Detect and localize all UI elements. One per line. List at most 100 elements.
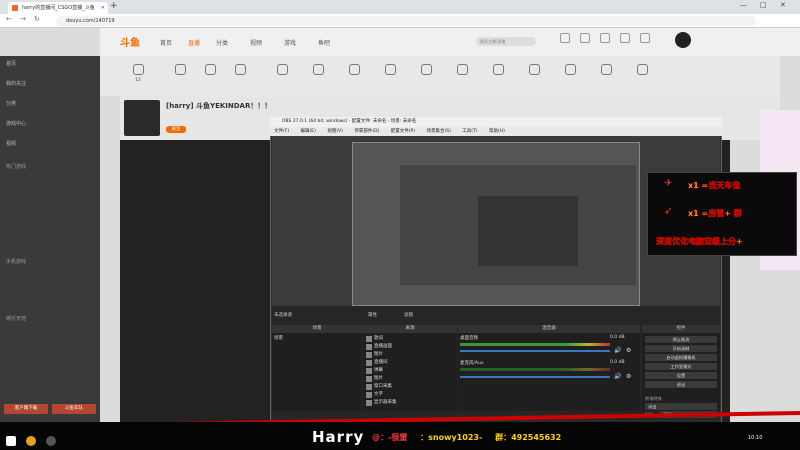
studio-mode-button[interactable]: 工作室模式 — [645, 363, 717, 370]
search-input[interactable]: 搜索主播/直播 — [476, 37, 536, 46]
menu-help[interactable]: 帮助(H) — [489, 129, 505, 134]
maximize-button[interactable]: □ — [760, 1, 767, 9]
category-item[interactable] — [586, 64, 626, 78]
properties-button[interactable]: 属性 — [368, 312, 377, 318]
sidebar-item-follow[interactable]: 我的关注 — [6, 80, 26, 87]
source-item[interactable]: 显示器采集 — [366, 399, 397, 407]
reload-icon[interactable]: ↻ — [34, 15, 40, 23]
menu-scene-collection[interactable]: 场景集合(S) — [426, 129, 450, 134]
source-item[interactable]: 弹幕 — [366, 367, 383, 375]
download-icon[interactable] — [580, 33, 590, 43]
category-item[interactable] — [442, 64, 482, 78]
nav-video[interactable]: 视频 — [250, 38, 262, 47]
chrome-icon[interactable] — [26, 436, 36, 446]
speaker-icon[interactable]: 🔊 — [614, 347, 621, 354]
start-recording-button[interactable]: 开始录制 — [645, 345, 717, 352]
fleet-button[interactable]: 斗鱼车队 — [52, 404, 96, 414]
source-item[interactable]: 图片 — [366, 375, 383, 383]
source-item[interactable]: 直播间 — [366, 359, 388, 367]
sidebar-item-video[interactable]: 视频 — [6, 140, 16, 147]
scenes-list — [272, 333, 362, 411]
filters-button[interactable]: 滤镜 — [404, 312, 413, 318]
category-item[interactable] — [334, 64, 374, 78]
category-item[interactable] — [406, 64, 446, 78]
minimize-button[interactable]: — — [740, 1, 747, 9]
follow-button[interactable]: 关注 — [166, 126, 186, 133]
speaker-icon[interactable]: 🔊 — [614, 373, 621, 380]
category-item[interactable] — [550, 64, 590, 78]
history-icon[interactable] — [560, 33, 570, 43]
gear-icon[interactable]: ⚙ — [626, 373, 631, 380]
category-item[interactable] — [370, 64, 410, 78]
nav-live[interactable]: 直播 — [188, 38, 200, 47]
transition-select[interactable]: 淡出 — [645, 403, 717, 410]
client-download-button[interactable]: 客户端下载 — [4, 404, 48, 414]
room-title: [harry] 斗鱼YEKINDAR！！！ — [166, 102, 272, 110]
sidebar-section-mobile-games: 手机游戏 — [6, 259, 27, 265]
obs-menu-bar: 文件(F) 编辑(E) 视图(V) 停靠部件(D) 配置文件(P) 场景集合(S… — [270, 127, 722, 136]
forward-arrow-icon[interactable]: → — [20, 15, 26, 23]
source-item[interactable]: 窗口采集 — [366, 383, 392, 391]
category-item[interactable] — [262, 64, 302, 78]
category-item[interactable] — [622, 64, 662, 78]
menu-docks[interactable]: 停靠部件(D) — [354, 129, 379, 134]
mixer-track-name: 麦克风/Aux — [460, 361, 484, 366]
category-item[interactable] — [514, 64, 554, 78]
taskbar-clock: 10:10 — [748, 435, 763, 441]
browser-tab-strip — [0, 0, 800, 14]
menu-edit[interactable]: 编辑(E) — [301, 129, 316, 134]
sidebar-item-game-center[interactable]: 游戏中心 — [6, 120, 26, 127]
menu-profile[interactable]: 配置文件(P) — [391, 129, 415, 134]
user-avatar[interactable] — [675, 32, 691, 48]
transition-label: 转场特效 — [645, 396, 662, 401]
menu-tools[interactable]: 工具(T) — [462, 129, 477, 134]
mixer-track-db: 0.0 dB — [610, 335, 625, 340]
close-window-button[interactable]: ✕ — [780, 1, 786, 9]
obs-icon[interactable] — [46, 436, 56, 446]
menu-view[interactable]: 视图(V) — [327, 129, 343, 134]
streamer-avatar[interactable] — [124, 100, 160, 136]
source-item[interactable]: 直播画面 — [366, 343, 392, 351]
sidebar-item-home[interactable]: 首页 — [6, 60, 16, 67]
category-icon — [348, 64, 360, 75]
nav-category[interactable]: 分类 — [216, 38, 228, 47]
douyu-top-nav — [100, 28, 800, 56]
volume-slider[interactable] — [460, 376, 610, 378]
preview-nested-capture — [478, 196, 578, 266]
nav-home[interactable]: 首页 — [160, 38, 172, 47]
category-item[interactable]: 12 — [118, 64, 158, 83]
nav-yuba[interactable]: 鱼吧 — [318, 38, 330, 47]
sidebar-item-category[interactable]: 分类 — [6, 100, 16, 107]
back-arrow-icon[interactable]: ← — [6, 15, 12, 23]
message-icon[interactable] — [620, 33, 630, 43]
windows-start-icon[interactable] — [6, 436, 16, 446]
category-item[interactable] — [220, 64, 260, 78]
category-icon — [636, 64, 648, 75]
stop-streaming-button[interactable]: 停止推流 — [645, 336, 717, 343]
category-icon — [204, 64, 216, 75]
tab-close-icon[interactable]: ✕ — [101, 2, 105, 14]
menu-file[interactable]: 文件(F) — [274, 129, 289, 134]
volume-slider[interactable] — [460, 350, 610, 352]
source-item[interactable]: 歌词 — [366, 335, 383, 343]
windows-taskbar — [0, 432, 800, 450]
gear-icon[interactable]: ⚙ — [626, 347, 631, 354]
category-item[interactable] — [298, 64, 338, 78]
nav-games[interactable]: 游戏 — [284, 38, 296, 47]
settings-button[interactable]: 设置 — [645, 372, 717, 379]
url-field[interactable]: douyu.com/140719 — [56, 16, 756, 26]
browser-tab[interactable]: harry的直播间_CSGO直播_斗鱼 ✕ — [8, 2, 108, 14]
virtual-camera-button[interactable]: 启动虚拟摄像机 — [645, 354, 717, 361]
source-item[interactable]: 图片 — [366, 351, 383, 359]
scene-item[interactable]: 场景 — [274, 335, 360, 343]
follow-icon[interactable] — [600, 33, 610, 43]
new-tab-button[interactable]: + — [110, 1, 118, 11]
tab-title: harry的直播间_CSGO直播_斗鱼 — [22, 5, 95, 11]
source-item[interactable]: 文字 — [366, 391, 383, 399]
broadcast-icon[interactable] — [640, 33, 650, 43]
volume-meter — [460, 343, 610, 346]
exit-button[interactable]: 退出 — [645, 381, 717, 388]
category-item[interactable] — [478, 64, 518, 78]
promo-line: 深度优化电脑定级上分+ — [656, 237, 743, 246]
sources-panel-header: 来源 — [363, 325, 457, 333]
